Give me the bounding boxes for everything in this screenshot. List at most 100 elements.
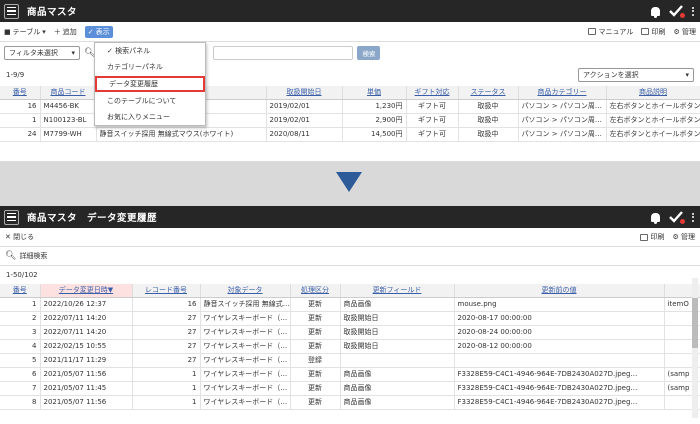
bottom-col-header[interactable]: 対象データ	[200, 284, 291, 298]
kebab-menu-icon[interactable]	[692, 6, 694, 16]
table-cell: 27	[132, 325, 201, 340]
table-cell: 2019/02/01	[266, 113, 343, 128]
top-col-header[interactable]: ステータス	[458, 86, 519, 100]
print-link[interactable]: 印刷	[641, 27, 665, 37]
add-button[interactable]: ＋追加	[54, 27, 77, 37]
checkmark-icon[interactable]	[669, 5, 685, 18]
table-cell: ワイヤレスキーボード（…	[200, 395, 291, 410]
table-cell: 2021/05/07 11:56	[40, 395, 133, 410]
table-cell: F3328E59-C4C1-4946-964E-7DB2430A027D.jpe…	[454, 367, 665, 382]
action-select[interactable]: アクションを選択 ▾	[578, 68, 694, 82]
top-col-header[interactable]: 番号	[0, 86, 41, 100]
table-row[interactable]: 3 2022/07/11 14:20 27 ワイヤレスキーボード（… 更新 取扱開始日 20…	[0, 325, 700, 340]
bottom-col-header[interactable]: 番号	[0, 284, 41, 298]
table-cell: 14,500円	[342, 127, 407, 142]
record-count: 1-9/9	[6, 71, 25, 79]
top-col-header[interactable]: ギフト対応	[406, 86, 459, 100]
filter-select-value: フィルタ未選択	[9, 49, 58, 57]
table-cell: 2022/07/11 14:20	[40, 311, 133, 326]
table-cell: 更新	[290, 311, 341, 326]
table-row[interactable]: 5 2021/11/17 11:29 27 ワイヤレスキーボード（… 登録	[0, 353, 700, 368]
bottom-col-header[interactable]: レコード番号	[132, 284, 201, 298]
table-cell: mouse.png	[454, 297, 665, 312]
vertical-scrollbar[interactable]	[692, 278, 698, 418]
table-row[interactable]: 8 2021/05/07 11:56 1 ワイヤレスキーボード（… 更新 商品画像 F332…	[0, 395, 700, 410]
view-button[interactable]: ✓ 表示	[84, 25, 113, 38]
bottom-col-header[interactable]: 更新前の値	[454, 284, 665, 298]
notification-dot	[680, 13, 685, 18]
table-cell: F3328E59-C4C1-4946-964E-7DB2430A027D.jpe…	[454, 395, 665, 410]
table-row[interactable]: 1 2022/10/26 12:37 16 静音スイッチ採用 無線式… 更新 商品画像 mo…	[0, 297, 700, 312]
table-row[interactable]: 7 2021/05/07 11:45 1 ワイヤレスキーボード（… 更新 商品画像 F332…	[0, 381, 700, 396]
dropdown-item-about-table[interactable]: このテーブルについて	[95, 93, 205, 109]
table-cell: 2,900円	[342, 113, 407, 128]
table-cell: ワイヤレスキーボード（…	[200, 353, 291, 368]
product-master-screen: 商品マスタ ■ テーブル ▾ ＋追加 ✓ 表示 マニュアル 印刷 ⚙ 管理 フィル…	[0, 0, 700, 161]
dropdown-item-category-panel[interactable]: カテゴリーパネル	[95, 59, 205, 75]
manual-link[interactable]: マニュアル	[588, 27, 633, 37]
bell-icon[interactable]	[651, 212, 660, 224]
bottom-titlebar: 商品マスタ データ変更履歴	[0, 206, 700, 228]
table-cell: 更新	[290, 325, 341, 340]
table-menu-button[interactable]: ■ テーブル ▾	[4, 27, 46, 37]
checkmark-icon[interactable]	[669, 211, 685, 224]
table-cell: 更新	[290, 339, 341, 354]
dropdown-item-data-change-history[interactable]: データ変更履歴	[95, 76, 205, 92]
hamburger-menu-icon[interactable]	[4, 3, 19, 19]
table-row[interactable]: 6 2021/05/07 11:56 1 ワイヤレスキーボード（… 更新 商品画像 F332…	[0, 367, 700, 382]
table-cell: 1	[132, 395, 201, 410]
dropdown-item-search-panel[interactable]: ✓ 検索パネル	[95, 43, 205, 59]
table-cell: 商品画像	[340, 297, 455, 312]
table-row[interactable]: 24 M7799-WH 静音スイッチ採用 無線式マウス(ホワイト) 2020/08/1…	[0, 127, 700, 142]
search-button[interactable]: 検索	[357, 46, 381, 60]
table-cell: 8	[0, 395, 41, 410]
admin-link[interactable]: ⚙ 管理	[672, 232, 695, 242]
bottom-col-header[interactable]: データ変更日時▼	[40, 284, 133, 298]
book-icon	[588, 28, 597, 35]
table-row[interactable]: 4 2022/02/15 10:55 27 ワイヤレスキーボード（… 更新 取扱開始日 20…	[0, 339, 700, 354]
top-col-header[interactable]: 単価	[342, 86, 407, 100]
view-dropdown-menu: ✓ 検索パネル カテゴリーパネル データ変更履歴 このテーブルについて お気に入…	[94, 42, 206, 126]
table-cell: ワイヤレスキーボード（…	[200, 381, 291, 396]
admin-label: 管理	[681, 233, 695, 241]
view-label: 表示	[95, 27, 110, 36]
top-col-header[interactable]: 取扱開始日	[266, 86, 343, 100]
table-cell: 左右ボタンとホイールボタン…	[606, 113, 700, 128]
top-col-header[interactable]: 商品カテゴリー	[518, 86, 607, 100]
table-cell: 更新	[290, 367, 341, 382]
top-col-header[interactable]: 商品コード	[40, 86, 97, 100]
admin-label: 管理	[682, 27, 696, 36]
dropdown-item-favorites[interactable]: お気に入りメニュー	[95, 109, 205, 125]
table-cell: 取扱中	[458, 127, 519, 142]
table-cell: 2020-08-24 00:00:00	[454, 325, 665, 340]
table-cell: 更新	[290, 395, 341, 410]
table-cell: ワイヤレスキーボード（…	[200, 367, 291, 382]
hamburger-menu-icon[interactable]	[4, 209, 19, 225]
table-cell: パソコン > パソコン周…	[518, 113, 607, 128]
advanced-search-row[interactable]: 🔍︎ 詳細検索	[0, 247, 700, 266]
kebab-menu-icon[interactable]	[692, 212, 694, 222]
top-toolbar: ■ テーブル ▾ ＋追加 ✓ 表示 マニュアル 印刷 ⚙ 管理	[0, 22, 700, 42]
filter-select[interactable]: フィルタ未選択 ▾	[4, 46, 80, 60]
table-cell: 更新	[290, 297, 341, 312]
table-cell: 2021/05/07 11:56	[40, 367, 133, 382]
table-cell: 7	[0, 381, 41, 396]
close-button[interactable]: ✕ 閉じる	[5, 232, 34, 242]
top-col-header[interactable]: 商品説明	[606, 86, 700, 100]
history-count-row: 1-50/102	[0, 266, 700, 284]
history-table: 番号 データ変更日時▼ レコード番号 対象データ 処理区分 更新フィールド 更新前の値 12…	[0, 284, 700, 410]
bottom-col-header[interactable]: 処理区分	[290, 284, 341, 298]
bell-icon[interactable]	[651, 6, 660, 18]
admin-link[interactable]: ⚙ 管理	[673, 27, 696, 37]
table-cell: M4456-BK	[40, 99, 97, 114]
table-cell: 2020-08-12 00:00:00	[454, 339, 665, 354]
table-cell: 27	[132, 311, 201, 326]
table-cell: F3328E59-C4C1-4946-964E-7DB2430A027D.jpe…	[454, 381, 665, 396]
print-link[interactable]: 印刷	[640, 232, 664, 242]
search-input[interactable]	[213, 46, 354, 60]
table-row[interactable]: 2 2022/07/11 14:20 27 ワイヤレスキーボード（… 更新 取扱開始日 20…	[0, 311, 700, 326]
bottom-col-header[interactable]: 更新フィールド	[340, 284, 455, 298]
table-cell: 取扱中	[458, 99, 519, 114]
table-cell: 静音スイッチ採用 無線式マウス(ホワイト)	[96, 127, 267, 142]
table-cell: 取扱開始日	[340, 339, 455, 354]
